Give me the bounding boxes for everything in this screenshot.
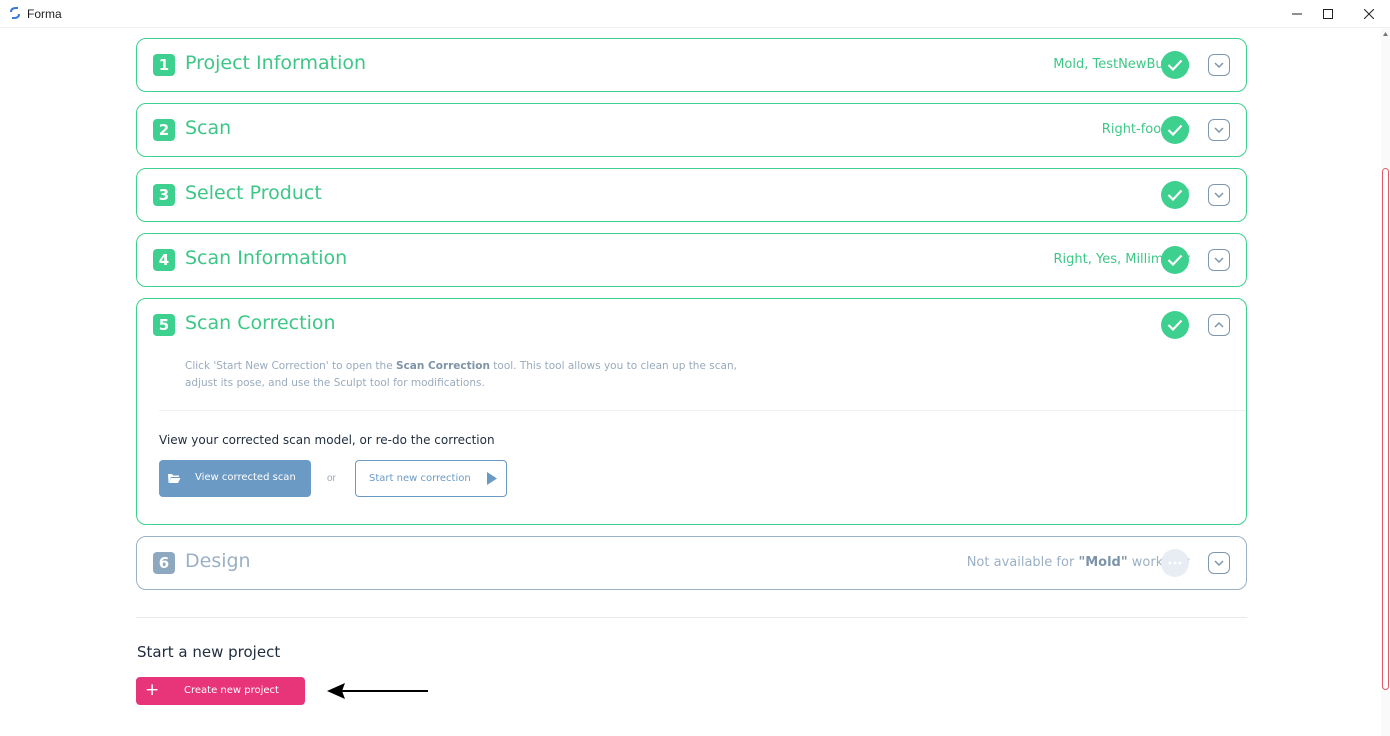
view-heading: View your corrected scan model, or re-do… bbox=[159, 433, 495, 447]
expand-toggle-button[interactable] bbox=[1208, 119, 1230, 141]
close-button[interactable] bbox=[1346, 0, 1390, 28]
chevron-down-icon bbox=[1214, 257, 1224, 263]
title-bar: Forma bbox=[0, 0, 1390, 28]
check-icon bbox=[1161, 116, 1189, 144]
chevron-down-icon bbox=[1214, 560, 1224, 566]
step-title: Scan Correction bbox=[185, 312, 336, 334]
step-panel-scan-information[interactable]: 4 Scan Information Right, Yes, Millimete… bbox=[136, 233, 1247, 287]
step-panel-select-product[interactable]: 3 Select Product M2 bbox=[136, 168, 1247, 222]
expand-toggle-button[interactable] bbox=[1208, 54, 1230, 76]
step-panel-project-information[interactable]: 1 Project Information Mold, TestNewButto… bbox=[136, 38, 1247, 92]
step-title: Scan Information bbox=[185, 247, 348, 269]
step-number: 4 bbox=[153, 249, 175, 271]
expand-toggle-button[interactable] bbox=[1208, 249, 1230, 271]
or-separator: or bbox=[327, 473, 336, 484]
check-icon bbox=[1161, 311, 1189, 339]
new-project-heading: Start a new project bbox=[137, 643, 281, 661]
step-title: Design bbox=[185, 550, 251, 572]
step-number: 5 bbox=[153, 314, 175, 336]
scroll-up-icon[interactable] bbox=[1382, 30, 1389, 38]
description-text: Click 'Start New Correction' to open the bbox=[185, 360, 397, 372]
step-panel-scan-correction: 5 Scan Correction Click 'Start New Corre… bbox=[136, 298, 1247, 525]
step-title: Project Information bbox=[185, 52, 367, 74]
start-new-correction-label: Start new correction bbox=[369, 473, 471, 484]
chevron-up-icon bbox=[1214, 322, 1224, 328]
step-number: 3 bbox=[153, 184, 175, 206]
section-divider bbox=[159, 410, 1246, 411]
summary-text: Not available for bbox=[966, 555, 1079, 570]
scroll-thumb[interactable] bbox=[1382, 168, 1389, 690]
expand-toggle-button[interactable] bbox=[1208, 184, 1230, 206]
arrow-left-icon bbox=[327, 683, 428, 699]
chevron-down-icon bbox=[1214, 127, 1224, 133]
create-new-project-label: Create new project bbox=[184, 685, 279, 696]
description-bold-text: Scan Correction bbox=[396, 360, 490, 372]
chevron-down-icon bbox=[1214, 192, 1224, 198]
minimize-icon bbox=[1292, 13, 1302, 15]
step-summary: Not available for "Mold" workflow bbox=[967, 555, 1190, 570]
step-title: Scan bbox=[185, 117, 232, 139]
start-new-correction-button[interactable]: Start new correction bbox=[355, 460, 507, 497]
check-icon bbox=[1161, 51, 1189, 79]
summary-bold-text: "Mold" bbox=[1078, 555, 1128, 570]
maximize-button[interactable] bbox=[1305, 0, 1351, 28]
step-panel-design[interactable]: 6 Design Not available for "Mold" workfl… bbox=[136, 536, 1247, 590]
step-number: 6 bbox=[153, 552, 175, 574]
app-logo-icon bbox=[10, 7, 20, 19]
scrollbar[interactable] bbox=[1381, 28, 1390, 736]
plus-icon: + bbox=[145, 680, 160, 700]
view-corrected-scan-label: View corrected scan bbox=[195, 472, 296, 483]
chevron-down-icon bbox=[1214, 62, 1224, 68]
expand-toggle-button[interactable] bbox=[1208, 552, 1230, 574]
section-divider bbox=[136, 617, 1247, 618]
description-text: adjust its pose, and use the Sculpt tool… bbox=[185, 377, 485, 389]
check-icon bbox=[1161, 181, 1189, 209]
create-new-project-button[interactable]: + Create new project bbox=[136, 677, 305, 705]
window-title: Forma bbox=[27, 7, 62, 21]
maximize-icon bbox=[1323, 9, 1333, 19]
description-text: tool. This tool allows you to clean up t… bbox=[489, 360, 737, 372]
step-title: Select Product bbox=[185, 182, 322, 204]
close-icon bbox=[1364, 9, 1374, 19]
scan-correction-description: Click 'Start New Correction' to open the… bbox=[185, 358, 745, 392]
collapse-toggle-button[interactable] bbox=[1208, 314, 1230, 336]
step-panel-scan[interactable]: 2 Scan Right-foot.ply bbox=[136, 103, 1247, 157]
check-icon bbox=[1161, 246, 1189, 274]
step-number: 1 bbox=[153, 54, 175, 76]
folder-open-icon bbox=[168, 474, 181, 483]
play-icon bbox=[487, 472, 497, 485]
pending-icon bbox=[1161, 549, 1189, 577]
view-corrected-scan-button[interactable]: View corrected scan bbox=[159, 460, 311, 497]
step-number: 2 bbox=[153, 119, 175, 141]
